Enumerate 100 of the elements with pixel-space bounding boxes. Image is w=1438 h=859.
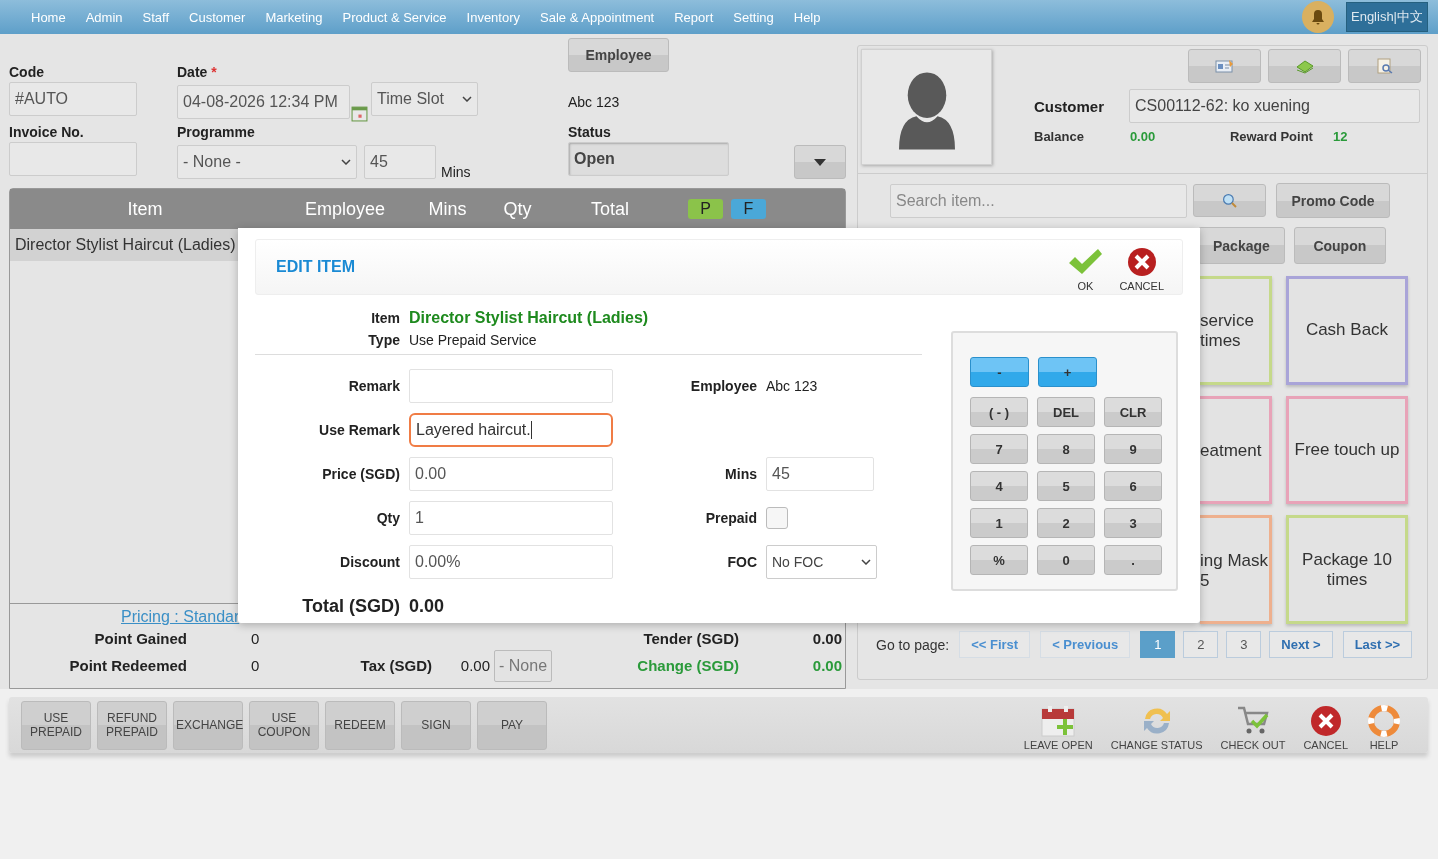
column-header: Mins (427, 198, 468, 220)
field-label: Programme (177, 124, 256, 142)
product-tile[interactable]: eatment (1200, 395, 1272, 505)
language-button[interactable]: English|中文 (1346, 2, 1428, 32)
checkbox[interactable] (766, 507, 788, 529)
card-icon-button[interactable] (1188, 49, 1261, 83)
field-label: Remark (347, 378, 400, 394)
input-field[interactable]: 1 (409, 501, 613, 535)
keypad-key[interactable]: 9 (1104, 434, 1162, 464)
field-label: Status (568, 124, 612, 142)
input-field[interactable]: Layered haircut. (409, 413, 613, 447)
column-badge[interactable]: P (688, 199, 723, 219)
status-dropdown-button[interactable] (794, 145, 846, 179)
id-card-icon (1214, 58, 1235, 74)
calendar-icon[interactable] (351, 105, 368, 122)
keypad-key[interactable]: DEL (1037, 397, 1095, 427)
ok-button[interactable]: OK (1059, 242, 1112, 292)
keypad-key[interactable]: CLR (1104, 397, 1162, 427)
keypad-key[interactable]: - (970, 357, 1029, 387)
keypad-key[interactable]: ( - ) (970, 397, 1028, 427)
keypad-key[interactable]: 8 (1037, 434, 1095, 464)
field-label: Invoice No. (9, 124, 85, 142)
money-icon-button[interactable] (1268, 49, 1341, 83)
keypad-key[interactable]: 5 (1037, 471, 1095, 501)
action-button[interactable]: PAY (477, 700, 547, 750)
input-field[interactable]: 0.00 (409, 457, 613, 491)
summary-value: 0.00 (459, 657, 490, 674)
page-number-button[interactable]: 2 (1183, 631, 1219, 658)
keypad-key[interactable]: 0 (1037, 545, 1095, 575)
product-tile[interactable]: Package 10 times (1286, 515, 1408, 624)
document-search-icon-button[interactable] (1348, 49, 1421, 83)
field-label: Code (9, 64, 45, 82)
input-field[interactable]: 45 (766, 457, 874, 491)
input-field[interactable] (409, 369, 613, 403)
toolbar-action-button[interactable]: HELP (1360, 705, 1408, 751)
balance-label: Balance (1034, 129, 1084, 144)
field-label: Item (370, 310, 400, 326)
caret-icon (462, 96, 472, 102)
summary-label: Tax (SGD) (359, 657, 432, 674)
bell-icon[interactable] (1302, 1, 1334, 33)
action-button[interactable]: REDEEM (325, 700, 395, 750)
toolbar-action-button[interactable]: LEAVE OPEN (1017, 705, 1099, 751)
column-header: Qty (502, 198, 533, 220)
dialog-title: EDIT ITEM (276, 258, 356, 276)
action-button[interactable]: EXCHANGE (173, 700, 243, 750)
customer-field[interactable]: CS00112-62: ko xuening (1129, 89, 1420, 123)
summary-value: 0.00 (811, 657, 842, 674)
product-tile[interactable]: Cash Back (1286, 276, 1408, 385)
caret-icon (861, 559, 871, 565)
keypad-key[interactable]: 6 (1104, 471, 1162, 501)
product-tile[interactable]: service times (1200, 276, 1272, 385)
time-slot-select[interactable]: Time Slot (371, 82, 478, 116)
last-page-button[interactable]: Last >> (1342, 631, 1413, 658)
keypad-key[interactable]: 2 (1037, 508, 1095, 538)
keypad-key[interactable]: + (1038, 357, 1097, 387)
tax-select[interactable]: - None (494, 649, 553, 682)
action-button[interactable]: USE COUPON (249, 700, 319, 750)
promo-code-button[interactable]: Promo Code (1276, 183, 1390, 218)
item-type: Use Prepaid Service (409, 332, 538, 348)
next-page-button[interactable]: Next > (1269, 631, 1333, 658)
product-tile[interactable]: Free touch up (1286, 395, 1408, 505)
status-field[interactable]: Open (568, 142, 729, 176)
search-button[interactable] (1193, 184, 1266, 217)
category-button[interactable]: Package (1198, 227, 1285, 264)
summary-label: Point Redeemed (68, 657, 187, 674)
keypad-key[interactable]: % (970, 545, 1028, 575)
keypad-key[interactable]: 7 (970, 434, 1028, 464)
product-tile[interactable]: ing Mask 5 (1200, 515, 1272, 624)
category-button[interactable]: Coupon (1293, 227, 1386, 264)
keypad-key[interactable]: 4 (970, 471, 1028, 501)
keypad-key[interactable]: 3 (1104, 508, 1162, 538)
field-label: Prepaid (704, 510, 757, 526)
column-header: Employee (303, 198, 386, 220)
action-button[interactable]: USE PREPAID (21, 700, 91, 750)
field-label: Price (SGD) (321, 466, 400, 482)
toolbar-action-button[interactable]: CANCEL (1297, 705, 1354, 751)
code-field[interactable]: #AUTO (9, 82, 137, 116)
foc-select[interactable]: No FOC (766, 545, 877, 579)
invoice-field[interactable] (9, 142, 137, 176)
field-label: Employee (689, 378, 757, 394)
action-button[interactable]: SIGN (401, 700, 471, 750)
keypad-key[interactable]: . (1104, 545, 1162, 575)
column-header: Item (126, 198, 164, 220)
action-button[interactable]: REFUND PREPAID (97, 700, 167, 750)
column-badge[interactable]: F (731, 199, 766, 219)
keypad-key[interactable]: 1 (970, 508, 1028, 538)
pagination-label: Go to page: (876, 636, 950, 653)
programme-select[interactable]: - None - (177, 145, 357, 179)
toolbar-action-button[interactable]: CHANGE STATUS (1104, 705, 1209, 751)
cancel-button[interactable]: CANCEL (1111, 242, 1172, 292)
input-field[interactable]: 0.00% (409, 545, 613, 579)
checkmark-icon (1067, 246, 1104, 277)
page-number-button[interactable]: 3 (1226, 631, 1262, 658)
mins-field[interactable]: 45 (364, 145, 436, 179)
document-search-icon (1374, 58, 1395, 74)
employee-button[interactable]: Employee (568, 38, 669, 72)
date-field[interactable]: 04-08-2026 12:34 PM (177, 85, 350, 119)
summary-value: 0 (250, 629, 261, 647)
field-label: Date * (177, 64, 218, 82)
toolbar-action-button[interactable]: CHECK OUT (1214, 705, 1292, 751)
